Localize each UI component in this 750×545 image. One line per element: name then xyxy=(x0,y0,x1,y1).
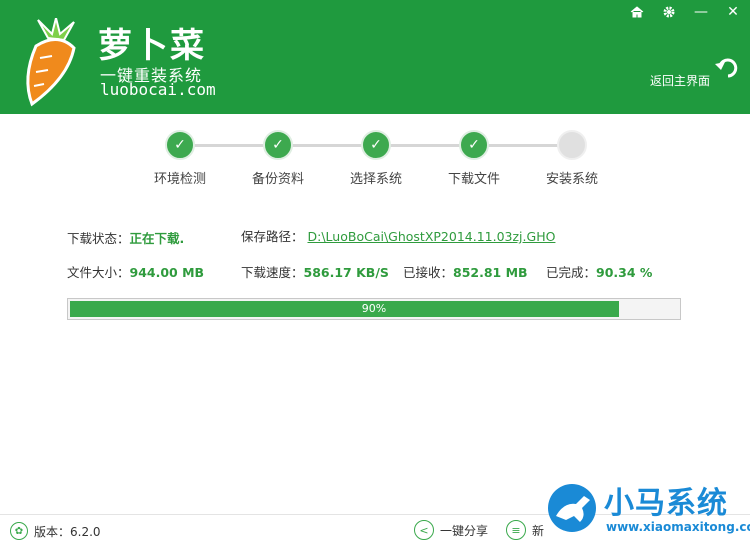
step-label: 备份资料 xyxy=(251,172,304,187)
step-download: ✓ 下载文件 xyxy=(429,130,519,187)
path-key: 保存路径： xyxy=(241,229,304,244)
download-progress-bar: 90% xyxy=(67,298,681,320)
status-key: 下载状态： xyxy=(67,231,130,246)
menu-icon: ≡ xyxy=(506,520,526,540)
gear-icon[interactable] xyxy=(658,2,680,22)
brand-url: luobocai.com xyxy=(100,80,216,99)
check-icon: ✓ xyxy=(263,130,293,160)
watermark: 小马系统 www.xiaomaxitong.com xyxy=(546,478,750,540)
back-arrow-icon xyxy=(715,58,738,78)
minimize-button[interactable]: — xyxy=(690,2,712,22)
download-speed: 下载速度：586.17 KB/S xyxy=(241,262,389,281)
pending-dot-icon xyxy=(557,130,587,160)
received-key: 已接收： xyxy=(403,265,454,280)
received: 已接收：852.81 MB xyxy=(403,262,528,281)
completed-key: 已完成： xyxy=(546,265,597,280)
back-to-main-label: 返回主界面 xyxy=(650,74,711,88)
check-icon: ✓ xyxy=(361,130,391,160)
watermark-title: 小马系统 xyxy=(604,486,728,521)
carrot-icon xyxy=(26,18,76,107)
check-icon: ✓ xyxy=(165,130,195,160)
speed-key: 下载速度： xyxy=(241,265,304,280)
step-backup: ✓ 备份资料 xyxy=(233,130,323,187)
horse-logo-icon xyxy=(548,484,596,532)
progress-steps: ✓ 环境检测 ✓ 备份资料 ✓ 选择系统 ✓ 下载文件 安装系统 xyxy=(0,124,750,194)
step-env-check: ✓ 环境检测 xyxy=(135,130,225,187)
news-label: 新 xyxy=(532,523,545,538)
watermark-url: www.xiaomaxitong.com xyxy=(606,520,750,534)
step-label: 选择系统 xyxy=(349,172,402,187)
speed-value: 586.17 KB/S xyxy=(303,265,389,280)
version-info: ✿ 版本：6.2.0 xyxy=(10,522,101,540)
size-value: 944.00 MB xyxy=(129,265,205,280)
progress-label: 90% xyxy=(361,302,387,315)
home-icon[interactable] xyxy=(626,2,648,22)
version-label: 版本：6.2.0 xyxy=(34,524,101,539)
save-path: 保存路径： D:\LuoBoCai\GhostXP2014.11.03zj.GH… xyxy=(241,226,555,245)
check-icon: ✓ xyxy=(459,130,489,160)
brand-logo: 萝卜菜 一键重装系统 luobocai.com xyxy=(18,12,238,107)
brand-title: 萝卜菜 xyxy=(98,26,206,66)
step-label: 下载文件 xyxy=(447,172,500,187)
file-size: 文件大小：944.00 MB xyxy=(67,262,204,281)
back-to-main-button[interactable]: 返回主界面 xyxy=(650,56,740,96)
share-button[interactable]: < 一键分享 xyxy=(414,520,488,540)
share-label: 一键分享 xyxy=(440,523,489,538)
download-status: 下载状态：正在下载. xyxy=(67,228,184,247)
step-label: 安装系统 xyxy=(545,172,598,187)
share-icon: < xyxy=(414,520,434,540)
step-label: 环境检测 xyxy=(153,172,206,187)
save-path-link[interactable]: D:\LuoBoCai\GhostXP2014.11.03zj.GHO xyxy=(308,229,556,244)
step-install: 安装系统 xyxy=(527,130,617,187)
window-controls: — ✕ xyxy=(626,2,744,22)
clover-icon: ✿ xyxy=(10,522,28,540)
completed-value: 90.34 % xyxy=(596,265,653,280)
completed: 已完成：90.34 % xyxy=(546,262,652,281)
size-key: 文件大小： xyxy=(67,265,130,280)
status-value: 正在下载. xyxy=(129,231,185,246)
step-select-system: ✓ 选择系统 xyxy=(331,130,421,187)
news-button[interactable]: ≡ 新 xyxy=(506,520,544,540)
received-value: 852.81 MB xyxy=(453,265,528,280)
close-button[interactable]: ✕ xyxy=(722,2,744,22)
header-bar: 萝卜菜 一键重装系统 luobocai.com — ✕ 返回主界面 xyxy=(0,0,750,114)
